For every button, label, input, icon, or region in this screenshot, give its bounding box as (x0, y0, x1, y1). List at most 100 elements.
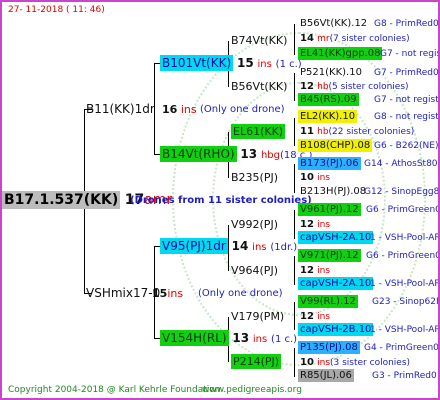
gen4-row: V961(PJ).12 (298, 203, 361, 216)
gen4-id[interactable]: EL2(KK).10 (298, 110, 358, 123)
gen4-num: 12 (300, 265, 314, 276)
gen3-7-id[interactable]: P214(PJ) (231, 354, 282, 369)
gen4-id[interactable]: B173(PJ).06 (298, 157, 361, 170)
gen2-c-unit: ins (252, 242, 267, 253)
gen2-d-id[interactable]: V154H(RL) (160, 330, 229, 346)
gen4-row: 12 hb(5 sister colonies) (300, 82, 409, 92)
gen1-upper-num: 16 (162, 103, 178, 116)
gen3-2-id[interactable]: EL61(KK) (231, 124, 286, 139)
gen4-num: 11 (300, 126, 314, 137)
gen3-3-id[interactable]: B235(PJ) (231, 172, 278, 183)
gen4-id[interactable]: capVSH-2B.10 (298, 323, 374, 336)
gen4-unit: ins (317, 266, 331, 276)
gen4-num: 10 (300, 172, 314, 183)
gen2-d-entry: V154H(RL) 13 ins (1 c.) (160, 330, 297, 346)
gen4-row: V971(PJ).12 (298, 249, 361, 262)
gen4-line: G14 - AthosSt80R (364, 159, 440, 169)
gen4-row: EL2(KK).10 (298, 110, 358, 123)
gen4-unit: ins (317, 358, 331, 368)
gen2-c-note: (1dr.) (270, 242, 298, 253)
gen4-id[interactable]: V961(PJ).12 (298, 203, 361, 216)
gen4-id[interactable]: capVSH-2A.10 (298, 231, 374, 244)
gen4-id[interactable]: V99(RL).12 (298, 295, 358, 308)
gen2-b-entry: B14Vt(RHO) 13 hbg(18 c.) (160, 146, 312, 162)
gen2-a-id[interactable]: B101Vt(KK) (160, 55, 234, 71)
gen4-line: G23 - Sinop62R (372, 297, 440, 307)
gen2-b-id[interactable]: B14Vt(RHO) (160, 146, 237, 162)
gen4-line: G8 - not registe (374, 112, 440, 122)
gen4-row: 12 ins (300, 220, 330, 230)
gen1-lower-entry: VSHmix17-0 (86, 287, 160, 299)
gen1-upper-unit: ins (180, 103, 197, 116)
tree-line (294, 302, 295, 330)
gen4-note: (5 sister colonies) (328, 82, 409, 92)
gen4-line: G6 - PrimGreen00 (366, 205, 440, 215)
footer-website-link[interactable]: www.pedigreeapis.org (202, 386, 302, 395)
gen3-6-id[interactable]: V179(PM) (231, 311, 284, 322)
gen4-line: 1 - VSH-Pool-AR (370, 325, 440, 335)
gen4-row: P135(PJ).08 (298, 341, 360, 354)
gen4-num: 12 (300, 311, 314, 322)
gen3-2-entry: EL61(KK) (231, 124, 286, 139)
tree-line (294, 24, 295, 55)
gen3-5-id[interactable]: V964(PJ) (231, 265, 278, 276)
gen2-a-entry: B101Vt(KK) 15 ins (1 c.) (160, 55, 302, 71)
gen1-lower-meta: 15ins (152, 288, 183, 299)
gen4-id[interactable]: B213H(PJ).08 (300, 186, 366, 197)
root-id[interactable]: B17.1.537(KK) (2, 191, 121, 209)
tree-line (294, 164, 295, 193)
gen2-c-id[interactable]: V95(PJ)1dr (160, 238, 228, 254)
gen4-row: 10 ins(3 sister colonies) (300, 358, 410, 368)
gen4-id[interactable]: R85(JL).06 (298, 369, 354, 382)
timestamp: 27- 11-2018 ( 11: 46) (8, 5, 105, 15)
gen4-unit: ins (317, 173, 331, 183)
footer-copyright: Copyright 2004-2018 @ Karl Kehrle Founda… (8, 385, 221, 395)
gen4-id[interactable]: EL41(KK)gpp.08 (298, 47, 383, 60)
gen1-lower-id[interactable]: VSHmix17-0 (86, 286, 160, 300)
gen4-note: (22 sister colonies) (328, 127, 415, 137)
gen4-row: capVSH-2A.10 (298, 277, 374, 290)
tree-line (294, 348, 295, 377)
gen3-0-id[interactable]: B74Vt(KK) (231, 35, 287, 46)
tree-line (294, 210, 295, 239)
gen4-id[interactable]: B108(CHP).08 (298, 139, 373, 152)
gen4-num: 14 (300, 33, 314, 44)
gen2-c-entry: V95(PJ)1dr 14 ins (1dr.) (160, 238, 298, 254)
gen1-lower-note: (Only one drone) (198, 288, 283, 299)
gen4-num: 12 (300, 81, 314, 92)
gen4-row: B45(RS).09 (298, 93, 359, 106)
gen4-id[interactable]: V971(PJ).12 (298, 249, 361, 262)
gen4-row: V99(RL).12 (298, 295, 358, 308)
gen4-unit: mr (317, 34, 330, 44)
gen4-unit: ins (317, 220, 331, 230)
gen4-row: B56Vt(KK).12 (300, 19, 367, 29)
gen4-unit: hb (317, 127, 329, 137)
gen4-row: B173(PJ).06 (298, 157, 361, 170)
gen4-row: 12 ins (300, 312, 330, 322)
gen4-line: 1 - VSH-Pool-AR (370, 279, 440, 289)
gen4-num: 10 (300, 357, 314, 368)
gen3-4-id[interactable]: V992(PJ) (231, 219, 278, 230)
gen4-id[interactable]: capVSH-2A.10 (298, 277, 374, 290)
gen4-id[interactable]: P135(PJ).08 (298, 341, 360, 354)
gen4-line: 1 - VSH-Pool-AR (370, 233, 440, 243)
gen4-id[interactable]: B45(RS).09 (298, 93, 359, 106)
gen2-a-note: (1 c.) (275, 59, 302, 70)
gen4-note: (7 sister colonies) (329, 34, 410, 44)
gen4-row: R85(JL).06 (298, 369, 354, 382)
gen4-id[interactable]: B56Vt(KK).12 (300, 18, 367, 29)
gen4-row: P521(KK).10 (300, 68, 362, 78)
gen1-upper-entry: B11(KK)1dr (86, 103, 155, 115)
gen4-line: G12 - SinopEgg86R (364, 187, 440, 197)
gen2-d-num: 13 (232, 331, 250, 345)
gen2-d-unit: ins (252, 334, 268, 345)
gen2-a-unit: ins (257, 59, 272, 70)
gen4-line: G6 - B262(NE) (374, 141, 439, 151)
tree-line (294, 256, 295, 285)
gen4-id[interactable]: P521(KK).10 (300, 67, 362, 78)
gen4-line: G6 - PrimGreen00 (366, 251, 440, 261)
gen3-1-id[interactable]: B56Vt(KK) (231, 81, 287, 92)
gen1-upper-id[interactable]: B11(KK)1dr (86, 102, 155, 116)
gen4-line: G4 - PrimGreen00 (364, 343, 440, 353)
gen1-lower-num: 15 (152, 287, 168, 300)
